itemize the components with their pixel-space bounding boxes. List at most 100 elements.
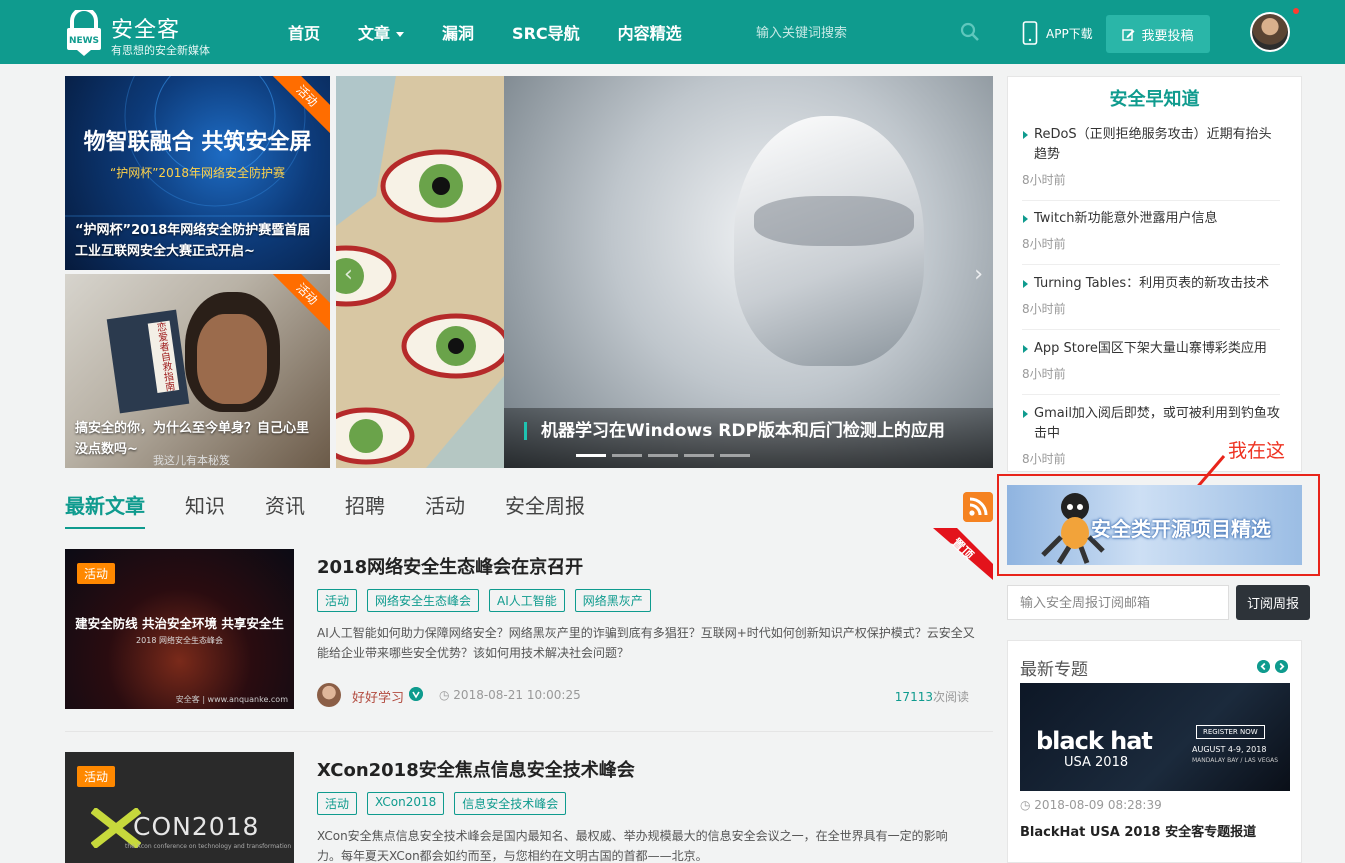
nav-vulnerabilities[interactable]: 漏洞	[442, 20, 474, 44]
early-news-item[interactable]: ReDoS（正则拒绝服务攻击）近期有抬头趋势 8小时前	[1022, 125, 1280, 201]
topic-date-text: 2018-08-09 08:28:39	[1034, 798, 1162, 812]
annotation-highlight-box	[997, 474, 1320, 576]
topic-image-venue: MANDALAY BAY / LAS VEGAS	[1192, 757, 1279, 764]
hero-carousel[interactable]: ‹ › 机器学习在Windows RDP版本和后门检测上的应用	[336, 76, 993, 468]
eyes-illustration	[336, 76, 511, 468]
article-description: XCon安全焦点信息安全技术峰会是国内最知名、最权威、举办规模最大的信息安全会议…	[317, 829, 948, 863]
featured-card-1-banner-sub: “护网杯”2018年网络安全防护赛	[110, 166, 285, 180]
article-thumbnail[interactable]: 建安全防线 共治安全环境 共享安全生 2018 网络安全生态峰会 安全客 | w…	[65, 549, 294, 709]
contribute-button[interactable]: 我要投稿	[1106, 15, 1210, 53]
featured-card-1-caption: “护网杯”2018年网络安全防护赛暨首届工业互联网安全大赛正式开启~	[75, 223, 311, 259]
phone-icon	[1022, 21, 1038, 45]
book-cover: 恋爱者自救指南	[106, 309, 190, 414]
article-tag[interactable]: 信息安全技术峰会	[454, 792, 567, 815]
topic-image-sub: USA 2018	[1064, 755, 1129, 770]
chevron-right-icon[interactable]	[1275, 660, 1288, 673]
chevron-right-icon[interactable]: ›	[974, 262, 983, 287]
carousel-dots	[576, 454, 756, 457]
article-title[interactable]: XCon2018安全焦点信息安全技术峰会	[317, 756, 635, 782]
topic-name[interactable]: BlackHat USA 2018 安全客专题报道	[1020, 821, 1256, 840]
avatar[interactable]	[1250, 12, 1290, 52]
article-category-tag: 活动	[77, 563, 116, 584]
article-item: CON2018 the Xcon conference on technolog…	[65, 752, 993, 863]
chevron-left-icon[interactable]	[1257, 660, 1270, 673]
chevron-down-icon	[396, 32, 405, 37]
nav-src[interactable]: SRC导航	[512, 20, 580, 44]
thumb-headline: CON2018	[133, 812, 260, 841]
early-news-item[interactable]: Turning Tables：利用页表的新攻击技术 8小时前	[1022, 274, 1280, 330]
article-category-tag: 活动	[77, 766, 116, 787]
nav-articles[interactable]: 文章	[358, 20, 405, 44]
contribute-label: 我要投稿	[1141, 28, 1194, 44]
article-tag[interactable]: 活动	[317, 589, 358, 612]
carousel-dot[interactable]	[684, 454, 714, 457]
early-news-time: 8小时前	[1022, 237, 1066, 251]
logo-tagline: 有思想的安全新媒体	[111, 44, 210, 57]
search-input[interactable]	[748, 16, 988, 48]
article-read-count: 17113次阅读	[895, 688, 969, 705]
carousel-dot[interactable]	[720, 454, 750, 457]
robot-visor	[754, 196, 914, 246]
early-news-headline: Turning Tables：利用页表的新攻击技术	[1022, 274, 1280, 294]
featured-card-1[interactable]: 物智联融合 共筑安全屏 “护网杯”2018年网络安全防护赛 活动 “护网杯”20…	[65, 76, 330, 270]
article-tag[interactable]: 网络安全生态峰会	[367, 589, 480, 612]
thumb-headline: 建安全防线 共治安全环境 共享安全生	[75, 616, 284, 631]
clock-icon: ◷	[1020, 798, 1035, 812]
early-news-item[interactable]: App Store国区下架大量山寨博彩类应用 8小时前	[1022, 339, 1280, 395]
topic-image-date: AUGUST 4-9, 2018	[1192, 745, 1267, 754]
nav-home[interactable]: 首页	[288, 20, 320, 44]
topic-image-register: REGISTER NOW	[1196, 725, 1265, 739]
clock-icon: ◷	[439, 688, 454, 702]
article-meta: 好好学习 ◷ 2018-08-21 10:00:25 17113次阅读	[317, 683, 969, 709]
article-item: 建安全防线 共治安全环境 共享安全生 2018 网络安全生态峰会 安全客 | w…	[65, 549, 993, 709]
weekly-subscribe-email-field[interactable]	[1007, 585, 1229, 620]
early-news-headline: Twitch新功能意外泄露用户信息	[1022, 209, 1280, 229]
subscribe-button[interactable]: 订阅周报	[1236, 585, 1310, 620]
tab-latest[interactable]: 最新文章	[65, 490, 145, 529]
app-download-link[interactable]: APP下载	[1022, 20, 1093, 46]
person-face	[197, 314, 267, 404]
carousel-side-image	[336, 76, 511, 468]
tab-weekly[interactable]: 安全周报	[505, 490, 585, 529]
article-tag[interactable]: AI人工智能	[489, 589, 565, 612]
notification-dot	[1293, 8, 1299, 14]
article-thumbnail[interactable]: CON2018 the Xcon conference on technolog…	[65, 752, 294, 863]
article-tags: 活动 XCon2018 信息安全技术峰会	[317, 792, 576, 815]
logo-badge: NEWS	[69, 36, 99, 46]
avatar-image	[1252, 14, 1288, 50]
author-avatar[interactable]	[317, 683, 341, 707]
edit-icon	[1122, 28, 1135, 41]
tab-jobs[interactable]: 招聘	[345, 490, 385, 529]
book-title: 恋爱者自救指南	[147, 320, 180, 393]
nav-articles-label: 文章	[358, 24, 391, 43]
featured-card-2-watermark: 我这儿有本秘笈	[153, 454, 230, 467]
tab-news[interactable]: 资讯	[265, 490, 305, 529]
carousel-dot[interactable]	[648, 454, 678, 457]
search-icon[interactable]	[960, 22, 980, 42]
shield-logo-icon: NEWS	[67, 10, 101, 56]
article-tag[interactable]: 网络黑灰产	[574, 589, 651, 612]
early-news-item[interactable]: Twitch新功能意外泄露用户信息 8小时前	[1022, 209, 1280, 265]
verified-icon	[409, 687, 423, 701]
site-logo[interactable]: NEWS 安全客 有思想的安全新媒体	[65, 10, 225, 58]
article-date: ◷ 2018-08-21 10:00:25	[439, 688, 581, 702]
rss-icon[interactable]	[963, 492, 993, 522]
latest-topic-box: 最新专题 black hat USA 2018 REGISTER NOW AUG…	[1007, 640, 1302, 863]
article-tag[interactable]: 活动	[317, 792, 358, 815]
main-nav: 首页 文章 漏洞 SRC导航 内容精选	[288, 0, 720, 64]
author-name[interactable]: 好好学习	[352, 687, 404, 706]
nav-featured[interactable]: 内容精选	[618, 20, 682, 44]
chevron-left-icon[interactable]: ‹	[344, 262, 353, 287]
tab-events[interactable]: 活动	[425, 490, 465, 529]
carousel-caption: 机器学习在Windows RDP版本和后门检测上的应用	[524, 422, 945, 440]
featured-card-2[interactable]: 恋爱者自救指南 活动 搞安全的你，为什么至今单身？自己心里没点数吗~ 我这儿有本…	[65, 274, 330, 468]
article-tag[interactable]: XCon2018	[367, 792, 445, 815]
topic-image[interactable]: black hat USA 2018 REGISTER NOW AUGUST 4…	[1020, 683, 1290, 791]
article-title[interactable]: 2018网络安全生态峰会在京召开	[317, 553, 583, 579]
carousel-dot[interactable]	[576, 454, 606, 457]
thumb-sub: the Xcon conference on technology and tr…	[125, 843, 292, 850]
early-news-time: 8小时前	[1022, 302, 1066, 316]
tab-knowledge[interactable]: 知识	[185, 490, 225, 529]
early-news-headline: ReDoS（正则拒绝服务攻击）近期有抬头趋势	[1022, 125, 1280, 165]
carousel-dot[interactable]	[612, 454, 642, 457]
